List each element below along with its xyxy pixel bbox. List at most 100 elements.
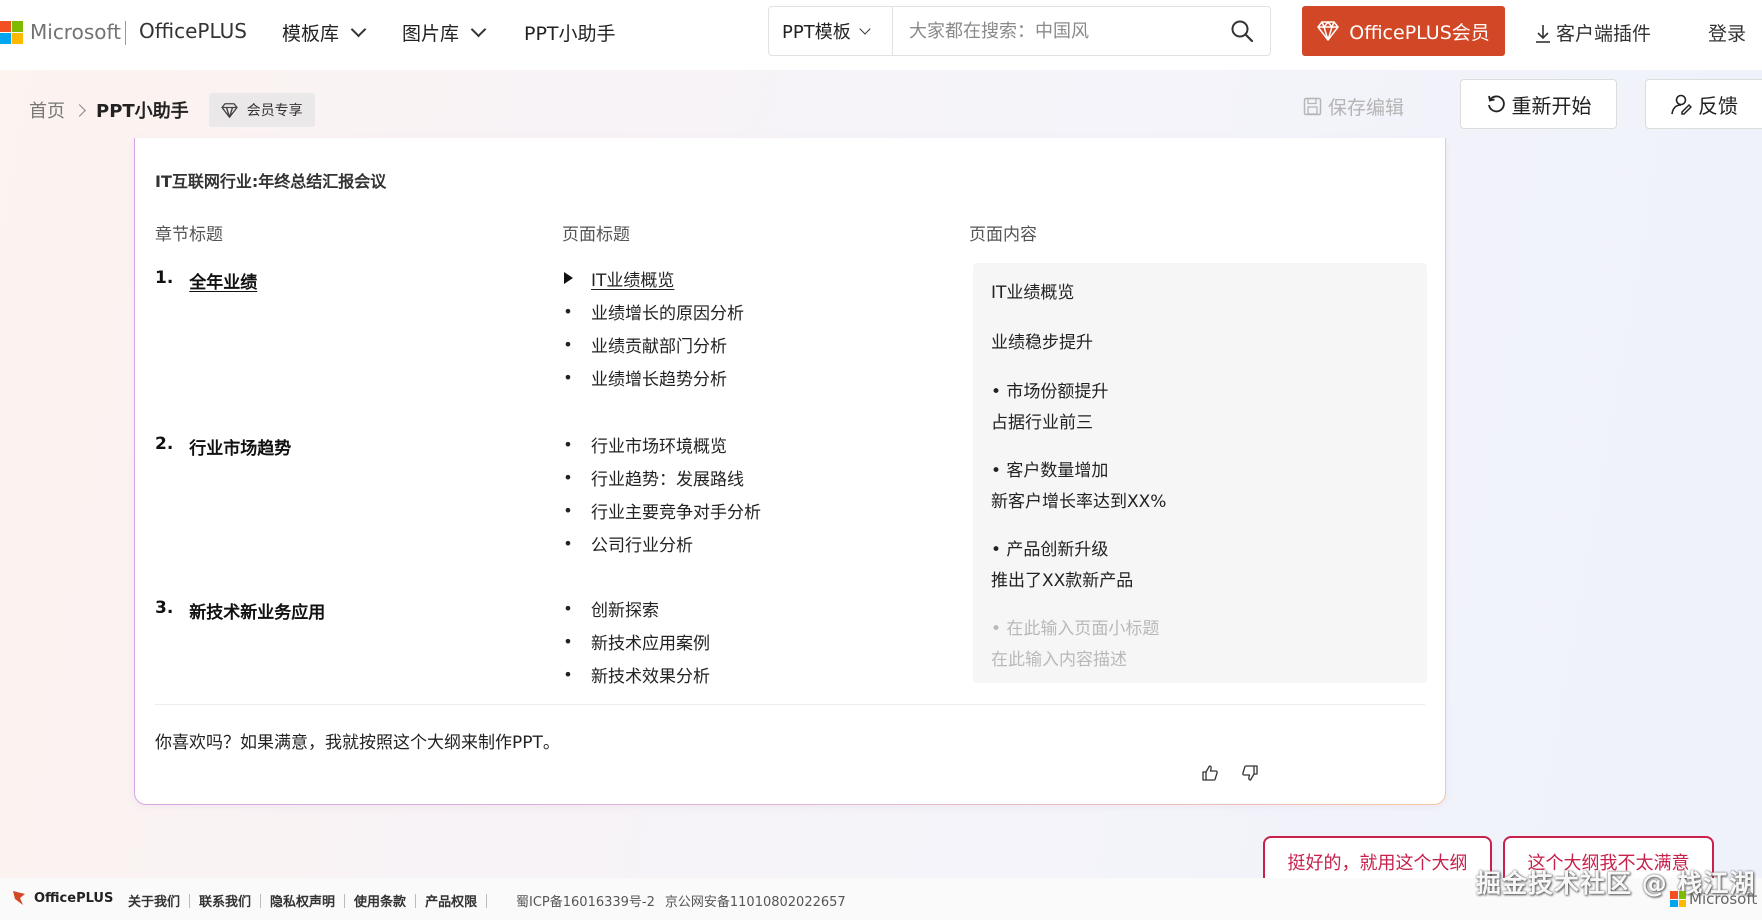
caret-right-icon xyxy=(563,272,573,284)
chapter-item[interactable]: 2. 行业市场趋势 xyxy=(155,434,291,459)
page-title: 行业趋势：发展路线 xyxy=(591,470,744,490)
diamond-icon xyxy=(1317,21,1339,41)
thumbs-down-icon[interactable] xyxy=(1237,760,1263,786)
feedback-button[interactable]: 反馈 xyxy=(1645,79,1762,129)
outline-title: IT互联网行业:年终总结汇报会议 xyxy=(155,172,387,191)
microsoft-logo[interactable]: Microsoft xyxy=(0,20,121,44)
refresh-icon xyxy=(1487,95,1505,113)
footer-link-privacy[interactable]: 隐私权声明 xyxy=(270,891,335,910)
bullet: • xyxy=(563,665,573,684)
save-edit-button[interactable]: 保存编辑 xyxy=(1303,93,1404,120)
logo-divider xyxy=(125,21,126,45)
bullet: • xyxy=(563,302,573,321)
page-item[interactable]: • 行业趋势：发展路线 xyxy=(559,461,761,494)
page-item[interactable]: • 行业主要竞争对手分析 xyxy=(559,494,761,527)
page-title: 新技术应用案例 xyxy=(591,634,710,654)
bullet: • xyxy=(563,501,573,520)
chapter-item[interactable]: 1. 全年业绩 xyxy=(155,268,257,293)
footer-link-contact[interactable]: 联系我们 xyxy=(199,891,251,910)
download-icon xyxy=(1536,24,1550,43)
chevron-right-icon xyxy=(73,103,86,117)
search-type-select[interactable]: PPT模板 xyxy=(769,7,893,55)
footer-link-permissions[interactable]: 产品权限 xyxy=(425,891,477,910)
assistant-prompt: 你喜欢吗？如果满意，我就按照这个大纲来制作PPT。 xyxy=(155,733,560,753)
page-title: 业绩增长的原因分析 xyxy=(591,304,744,324)
nav-image-library[interactable]: 图片库 xyxy=(402,19,487,46)
restart-label: 重新开始 xyxy=(1511,93,1592,118)
chapter-title: 全年业绩 xyxy=(189,273,258,293)
officeplus-brand[interactable]: OfficePLUS xyxy=(139,19,247,43)
breadcrumb-current: PPT小助手 xyxy=(96,101,189,122)
thumbs-up-icon[interactable] xyxy=(1197,760,1223,786)
content-point-desc[interactable]: 在此输入内容描述 xyxy=(991,645,1409,676)
top-navbar: Microsoft OfficePLUS 模板库 图片库 PPT小助手 PPT模… xyxy=(0,0,1762,70)
login-link[interactable]: 登录 xyxy=(1708,19,1746,46)
content-point: • 客户数量增加 新客户增长率达到XX% xyxy=(991,456,1409,518)
outline-card: IT互联网行业:年终总结汇报会议 章节标题 页面标题 页面内容 1. 全年业绩 … xyxy=(134,138,1446,805)
police-record[interactable]: 京公网安备11010802022657 xyxy=(665,891,846,910)
page-item[interactable]: • 业绩增长趋势分析 xyxy=(559,361,744,394)
chevron-down-icon xyxy=(350,21,367,38)
chapter-number: 1. xyxy=(155,268,174,288)
content-point-title[interactable]: • 产品创新升级 xyxy=(991,535,1409,566)
bullet: • xyxy=(563,368,573,387)
nav-template-library[interactable]: 模板库 xyxy=(282,19,367,46)
footer-separator xyxy=(189,893,191,908)
content-point-title[interactable]: • 在此输入页面小标题 xyxy=(991,614,1409,645)
page-item[interactable]: • 新技术应用案例 xyxy=(559,625,710,658)
content-point-title[interactable]: • 市场份额提升 xyxy=(991,377,1409,408)
content-point-desc[interactable]: 占据行业前三 xyxy=(991,408,1409,439)
footer-separator xyxy=(486,893,488,908)
content-point-desc[interactable]: 推出了XX款新产品 xyxy=(991,566,1409,597)
footer-link-terms[interactable]: 使用条款 xyxy=(354,891,406,910)
chapter-title: 行业市场趋势 xyxy=(189,439,292,459)
page-item[interactable]: • 业绩贡献部门分析 xyxy=(559,328,744,361)
icp-number[interactable]: 蜀ICP备16016339号-2 xyxy=(516,891,655,910)
nav-ppt-assistant[interactable]: PPT小助手 xyxy=(524,19,616,46)
search-input[interactable] xyxy=(893,20,1220,42)
chevron-down-icon xyxy=(470,21,487,38)
page-title: 行业市场环境概览 xyxy=(591,437,727,457)
content-point: • 产品创新升级 推出了XX款新产品 xyxy=(991,535,1409,597)
content-point-desc[interactable]: 新客户增长率达到XX% xyxy=(991,487,1409,518)
page-list: • 行业市场环境概览 • 行业趋势：发展路线 • 行业主要竞争对手分析 • 公司行业分析 xyxy=(559,428,761,560)
page-item[interactable]: • 业绩增长的原因分析 xyxy=(559,295,744,328)
microsoft-brand-text: Microsoft xyxy=(30,20,122,44)
page-item[interactable]: • 行业市场环境概览 xyxy=(559,428,761,461)
microsoft-logo-icon xyxy=(1670,891,1686,907)
footer-logo[interactable]: OfficePLUS xyxy=(12,890,113,906)
page-content-panel[interactable]: IT业绩概览 业绩稳步提升 • 市场份额提升 占据行业前三 • 客户数量增加 新… xyxy=(973,263,1427,683)
content-point-placeholder: • 在此输入页面小标题 在此输入内容描述 xyxy=(991,614,1409,676)
restart-button[interactable]: 重新开始 xyxy=(1460,79,1617,129)
page-item[interactable]: • 创新探索 xyxy=(559,592,710,625)
bullet: • xyxy=(563,632,573,651)
page-title: 业绩贡献部门分析 xyxy=(591,337,727,357)
page-title: 业绩增长趋势分析 xyxy=(591,370,727,390)
content-title[interactable]: IT业绩概览 xyxy=(991,277,1409,310)
page-title: 新技术效果分析 xyxy=(591,667,710,687)
page-item[interactable]: IT业绩概览 xyxy=(559,262,744,295)
chapter-item[interactable]: 3. 新技术新业务应用 xyxy=(155,598,325,623)
save-icon xyxy=(1303,97,1322,116)
client-plugin-link[interactable]: 客户端插件 xyxy=(1534,19,1651,46)
column-header-chapter: 章节标题 xyxy=(155,225,223,245)
vip-member-button[interactable]: OfficePLUS会员 xyxy=(1302,6,1505,56)
content-subtitle[interactable]: 业绩稳步提升 xyxy=(991,327,1409,360)
content-point: • 市场份额提升 占据行业前三 xyxy=(991,377,1409,439)
page-list: • 创新探索 • 新技术应用案例 • 新技术效果分析 xyxy=(559,592,710,691)
search-icon[interactable] xyxy=(1220,9,1264,53)
footer-brand: OfficePLUS xyxy=(34,890,114,906)
page-item[interactable]: • 公司行业分析 xyxy=(559,527,761,560)
breadcrumb-home[interactable]: 首页 xyxy=(29,97,65,123)
content-point-title[interactable]: • 客户数量增加 xyxy=(991,456,1409,487)
microsoft-corner-logo: Microsoft xyxy=(1670,890,1757,908)
footer-link-about[interactable]: 关于我们 xyxy=(128,891,180,910)
footer-links: 关于我们 联系我们 隐私权声明 使用条款 产品权限 xyxy=(128,891,496,910)
chevron-down-icon xyxy=(859,23,871,35)
footer-license: 蜀ICP备16016339号-2 京公网安备11010802022657 xyxy=(516,891,846,910)
page-title: 创新探索 xyxy=(591,601,659,621)
footer-separator xyxy=(260,893,262,908)
bullet: • xyxy=(563,468,573,487)
page-item[interactable]: • 新技术效果分析 xyxy=(559,658,710,691)
chapter-number: 2. xyxy=(155,434,174,454)
